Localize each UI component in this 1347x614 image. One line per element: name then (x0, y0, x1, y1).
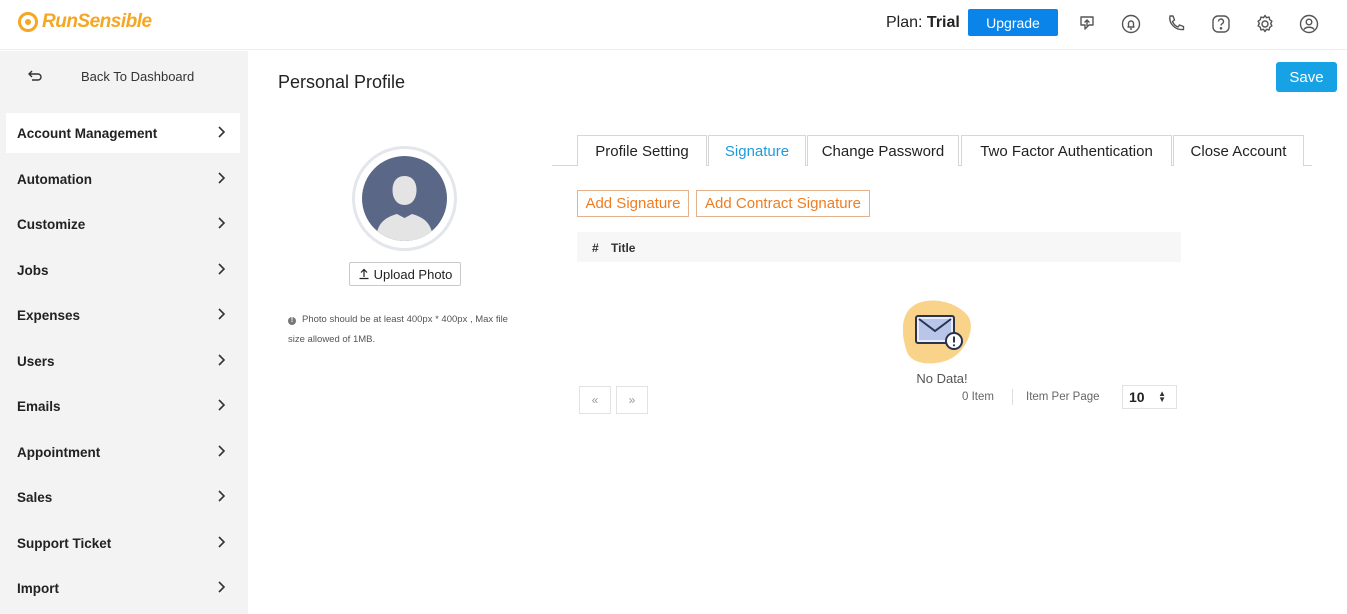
chevron-right-icon (218, 217, 226, 229)
sidebar-item-label: Sales (17, 490, 53, 505)
info-icon: ! (288, 317, 296, 325)
tab-change-password[interactable]: Change Password (807, 135, 959, 166)
chevron-right-icon (218, 172, 226, 184)
items-per-page-value: 10 (1129, 389, 1145, 405)
pagination-next-button[interactable]: » (616, 386, 648, 414)
sidebar-item-label: Customize (17, 217, 86, 232)
chevron-right-icon (218, 536, 226, 548)
back-to-dashboard-link[interactable]: Back To Dashboard (0, 51, 248, 103)
sidebar-item-appointment[interactable]: Appointment (6, 432, 240, 472)
sidebar-item-label: Appointment (17, 445, 101, 460)
logo[interactable]: RunSensible (18, 11, 152, 33)
sidebar-item-customize[interactable]: Customize (6, 204, 240, 244)
sidebar-item-label: Automation (17, 172, 92, 187)
plan-label: Plan: (886, 14, 923, 31)
items-per-page-label: Item Per Page (1026, 391, 1100, 403)
column-header-title: Title (611, 241, 636, 255)
photo-note-text: Photo should be at least 400px * 400px ,… (288, 314, 508, 345)
upload-icon (359, 268, 369, 280)
logo-icon (18, 12, 38, 32)
table-header: # Title (577, 232, 1181, 262)
chevron-right-icon (218, 354, 226, 366)
chevron-right-icon (218, 445, 226, 457)
user-icon[interactable] (1298, 13, 1320, 35)
avatar (352, 146, 457, 251)
upgrade-button[interactable]: Upgrade (968, 9, 1058, 36)
chevron-right-icon (218, 263, 226, 275)
avatar-placeholder-icon (362, 156, 447, 241)
tab-close-account[interactable]: Close Account (1173, 135, 1304, 166)
logo-text: RunSensible (42, 11, 152, 32)
back-label: Back To Dashboard (81, 69, 195, 84)
chevron-right-icon (218, 490, 226, 502)
chevron-right-icon (218, 399, 226, 411)
back-arrow-icon (28, 70, 42, 81)
sidebar-item-expenses[interactable]: Expenses (6, 295, 240, 335)
add-contract-signature-button[interactable]: Add Contract Signature (696, 190, 870, 217)
tab-profile-setting[interactable]: Profile Setting (577, 135, 707, 166)
sidebar-item-label: Support Ticket (17, 536, 112, 551)
sidebar-item-import[interactable]: Import (6, 568, 240, 608)
page-title: Personal Profile (278, 72, 406, 92)
sidebar-item-label: Account Management (17, 126, 158, 141)
plan-indicator: Plan: Trial (886, 14, 960, 32)
upload-photo-button[interactable]: Upload Photo (349, 262, 461, 286)
empty-mailbox-icon (903, 300, 971, 364)
sidebar-item-support-ticket[interactable]: Support Ticket (6, 523, 240, 563)
chevron-right-icon (218, 126, 226, 138)
column-header-number: # (592, 241, 599, 255)
plan-value: Trial (926, 14, 960, 31)
item-count: 0 Item (962, 391, 994, 403)
notification-icon[interactable] (1120, 13, 1142, 35)
items-per-page-select[interactable]: 10 ▲ ▼ (1122, 385, 1177, 409)
sidebar-item-label: Jobs (17, 263, 49, 278)
tab-signature[interactable]: Signature (708, 135, 806, 166)
sidebar-item-jobs[interactable]: Jobs (6, 250, 240, 290)
pagination-separator (1012, 389, 1013, 405)
chevron-right-icon (218, 581, 226, 593)
add-signature-button[interactable]: Add Signature (577, 190, 689, 217)
sidebar-item-emails[interactable]: Emails (6, 386, 240, 426)
chevron-right-icon (218, 308, 226, 320)
empty-state-text: No Data! (916, 371, 968, 386)
sidebar-item-automation[interactable]: Automation (6, 159, 240, 199)
sidebar-item-users[interactable]: Users (6, 341, 240, 381)
pagination-prev-button[interactable]: « (579, 386, 611, 414)
help-icon[interactable] (1210, 13, 1232, 35)
sidebar-item-label: Import (17, 581, 59, 596)
upload-photo-label: Upload Photo (373, 266, 453, 282)
sidebar-item-label: Expenses (17, 308, 81, 323)
sidebar-item-label: Users (17, 354, 55, 369)
sidebar-item-account-management[interactable]: Account Management (6, 113, 240, 153)
sidebar: Back To Dashboard Account Management Aut… (0, 51, 248, 614)
sidebar-item-label: Emails (17, 399, 61, 414)
select-arrows-icon: ▲ ▼ (1158, 389, 1166, 404)
photo-requirements-note: ! Photo should be at least 400px * 400px … (288, 310, 518, 350)
feedback-icon[interactable] (1076, 13, 1098, 35)
top-bar: RunSensible Plan: Trial Upgrade (0, 0, 1347, 50)
phone-icon[interactable] (1165, 13, 1187, 35)
tab-two-factor-authentication[interactable]: Two Factor Authentication (961, 135, 1172, 166)
save-button[interactable]: Save (1276, 62, 1337, 92)
sidebar-item-sales[interactable]: Sales (6, 477, 240, 517)
settings-icon[interactable] (1254, 13, 1276, 35)
